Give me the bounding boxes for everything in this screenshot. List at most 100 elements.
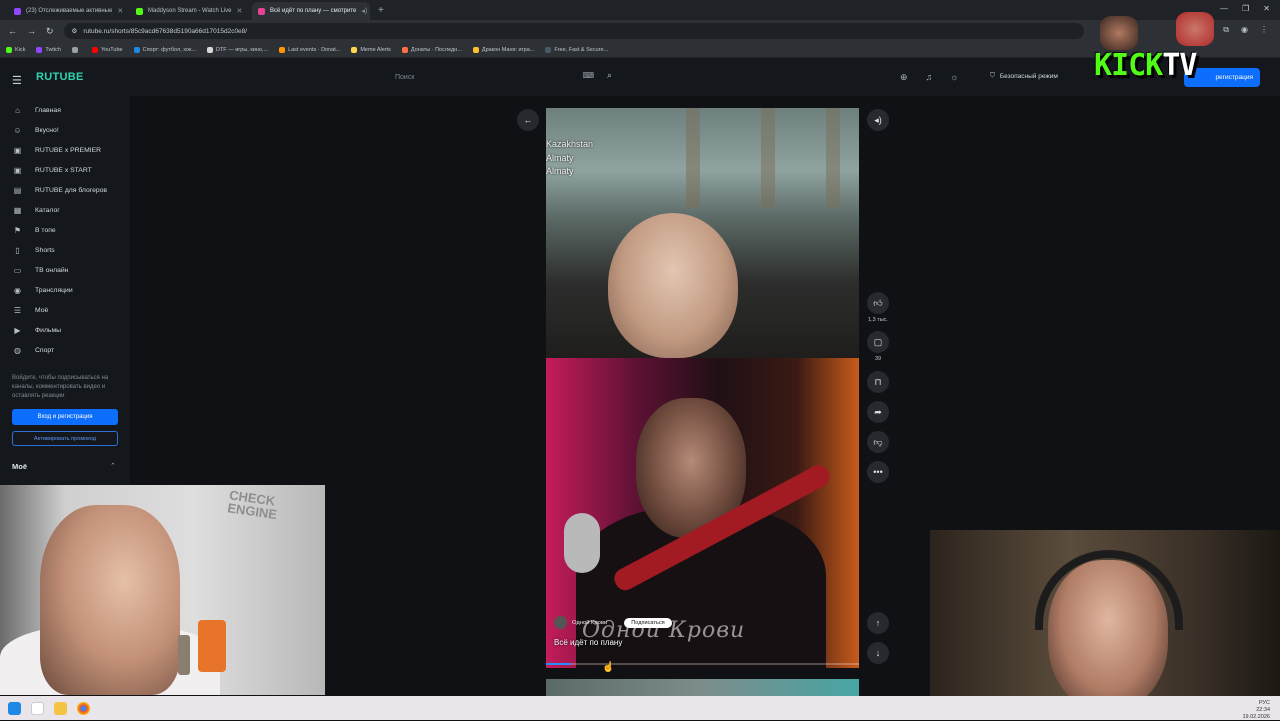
menu-icon[interactable]: ⋮ xyxy=(1260,25,1268,35)
back-arrow-button[interactable]: ← xyxy=(517,109,539,131)
bookmark-item[interactable]: DTF — игры, кино,... xyxy=(206,46,268,53)
chevron-up-icon[interactable]: ⌃ xyxy=(110,462,116,470)
hamburger-menu-icon[interactable]: ☰ xyxy=(12,74,22,87)
nav-item-label: Вкусно! xyxy=(35,126,59,134)
sidebar-nav-item[interactable]: ☰ Моё xyxy=(0,300,130,320)
next-video-button[interactable]: ↓ xyxy=(867,642,889,664)
bookmark-label: Донаты · Последн... xyxy=(410,46,462,53)
close-icon[interactable]: ✕ xyxy=(236,7,242,15)
save-button[interactable]: ⊓ xyxy=(867,371,889,393)
bookmark-item[interactable]: Дракон Маня: игра... xyxy=(472,46,534,53)
share-button[interactable]: ➦ xyxy=(867,401,889,423)
like-button[interactable]: 👍︎ xyxy=(867,292,889,314)
bookmark-item[interactable]: YouTube xyxy=(91,46,123,53)
notifications-icon[interactable]: ♫ xyxy=(926,72,933,83)
sidebar-nav-item[interactable]: ▣ RUTUBE x PREMIER xyxy=(0,140,130,160)
system-tray[interactable]: РУС 22:34 19.02.2026 xyxy=(1242,700,1270,721)
site-info-icon[interactable]: ⚙ xyxy=(72,27,78,35)
sidebar-nav-item[interactable]: ▣ RUTUBE x START xyxy=(0,160,130,180)
activate-promo-button[interactable]: Активировать промокод xyxy=(12,431,118,446)
bookmark-item[interactable]: Kick xyxy=(6,46,25,53)
twitch-favicon-icon xyxy=(14,7,21,15)
sidebar-nav-item[interactable]: ▶ Фильмы xyxy=(0,320,130,340)
back-icon[interactable]: ← xyxy=(8,26,17,36)
bookmark-item[interactable]: Спорт: футбол, хок... xyxy=(133,46,196,53)
sidebar-nav-item[interactable]: ▭ ТВ онлайн xyxy=(0,260,130,280)
more-button[interactable]: ••• xyxy=(867,461,889,483)
browser-tab-rutube[interactable]: Всё идёт по плану — смотрите ◂) ✕ xyxy=(252,2,370,20)
sidebar-login-button[interactable]: Вход и регистрация xyxy=(12,409,118,425)
volume-button[interactable]: ◂) xyxy=(867,109,889,131)
forward-icon[interactable]: → xyxy=(27,26,36,36)
minimize-icon[interactable]: — xyxy=(1220,4,1228,13)
tab-title: Maddyson Stream - Watch Live xyxy=(148,8,232,14)
bookmark-item[interactable]: Meme Alerts xyxy=(351,46,391,53)
bookmark-item[interactable]: Free, Fast & Secure... xyxy=(545,46,608,53)
rutube-logo[interactable]: RUTUBE xyxy=(36,71,84,83)
dislike-button[interactable]: 👎︎ xyxy=(867,431,889,453)
chrome-icon[interactable] xyxy=(77,701,90,715)
bookmark-favicon-icon xyxy=(71,46,78,53)
subscribe-button[interactable]: Подписаться xyxy=(624,617,672,628)
bookmark-item[interactable]: Last events · Donat... xyxy=(279,46,340,53)
bookmark-item[interactable]: Twitch xyxy=(36,46,61,53)
header-icons: ⊕ ♫ ☼ xyxy=(900,72,959,83)
browser-tab-kick[interactable]: Maddyson Stream - Watch Live ✕ xyxy=(130,2,248,20)
keyboard-language[interactable]: РУС xyxy=(1259,700,1270,706)
sidebar-nav-item[interactable]: ◍ Спорт xyxy=(0,340,130,360)
close-window-icon[interactable]: ✕ xyxy=(1263,4,1270,13)
channel-name[interactable]: Одной Крови xyxy=(572,620,607,626)
previous-video-button[interactable]: ↑ xyxy=(867,612,889,634)
ceiling-plank xyxy=(686,108,700,208)
nav-item-icon: ▯ xyxy=(15,245,20,255)
reload-icon[interactable]: ↻ xyxy=(46,26,54,37)
theme-toggle-icon[interactable]: ☼ xyxy=(950,72,958,83)
ceiling-plank xyxy=(761,108,775,208)
video-progress-bar[interactable] xyxy=(546,663,859,665)
tab-title: Всё идёт по плану — смотрите xyxy=(270,8,357,14)
bookmark-label: Спорт: футбол, хок... xyxy=(142,46,196,53)
streamer-face xyxy=(40,505,180,695)
search-icon[interactable]: ⌕ xyxy=(607,70,612,81)
comments-button[interactable]: ▢ xyxy=(867,331,889,353)
video-progress-fill xyxy=(546,663,572,665)
file-explorer-icon[interactable] xyxy=(54,701,67,715)
url-text[interactable]: rutube.ru/shorts/85c9acd67638d5190a66d17… xyxy=(83,28,247,35)
nav-item-icon: ◉ xyxy=(14,285,21,295)
address-bar[interactable]: ⚙ rutube.ru/shorts/85c9acd67638d5190a66d… xyxy=(63,23,1084,39)
maximize-icon[interactable]: ❐ xyxy=(1242,4,1249,13)
safe-mode-toggle[interactable]: ⛉ Безопасный режим xyxy=(990,72,1058,80)
close-icon[interactable]: ✕ xyxy=(117,7,123,15)
nav-item-icon: ☺ xyxy=(13,125,22,135)
clock-time: 22:34 xyxy=(1256,707,1270,713)
browser-tab-twitch[interactable]: (23) Отслеживаемые активные ✕ xyxy=(8,2,126,20)
bookmark-favicon-icon xyxy=(545,46,552,53)
upload-icon[interactable]: ⊕ xyxy=(900,72,908,83)
comment-count: 39 xyxy=(874,356,882,362)
channel-row: Одной Крови Подписаться xyxy=(554,616,672,629)
profile-icon[interactable]: ◉ xyxy=(1241,25,1248,35)
extensions-icon[interactable]: ⧉ xyxy=(1223,25,1229,35)
sidebar-nav-item[interactable]: ◉ Трансляции xyxy=(0,280,130,300)
sidebar-nav-item[interactable]: ☺ Вкусно! xyxy=(0,120,130,140)
sidebar-section-title[interactable]: Моё xyxy=(12,462,27,471)
headphones xyxy=(1035,550,1183,630)
ceiling-plank xyxy=(826,108,840,208)
yandex-browser-icon[interactable] xyxy=(31,701,44,715)
sidebar-nav-item[interactable]: ⌂ Главная xyxy=(0,100,130,120)
sidebar-nav-item[interactable]: ▦ Каталог xyxy=(0,200,130,220)
channel-avatar[interactable] xyxy=(554,616,567,629)
bookmark-item[interactable] xyxy=(71,46,81,53)
shorts-video-player[interactable]: Kazakhstan Almaty Almaty Одной Крови Одн… xyxy=(546,108,859,668)
speaker-icon[interactable]: ◂) xyxy=(361,7,367,15)
tab-title: (23) Отслеживаемые активные xyxy=(26,8,113,14)
new-tab-button[interactable]: + xyxy=(378,2,384,20)
sidebar-nav-item[interactable]: ▤ RUTUBE для блогеров xyxy=(0,180,130,200)
sidebar-nav-item[interactable]: ⚑ В топе xyxy=(0,220,130,240)
windows-start-icon[interactable] xyxy=(8,701,21,715)
next-video-preview[interactable] xyxy=(546,679,859,697)
keyboard-icon[interactable]: ⌨ xyxy=(582,71,594,80)
bookmark-item[interactable]: Донаты · Последн... xyxy=(401,46,462,53)
sidebar-nav-item[interactable]: ▯ Shorts xyxy=(0,240,130,260)
search-input[interactable]: Поиск ⌨ ⌕ xyxy=(388,68,620,86)
